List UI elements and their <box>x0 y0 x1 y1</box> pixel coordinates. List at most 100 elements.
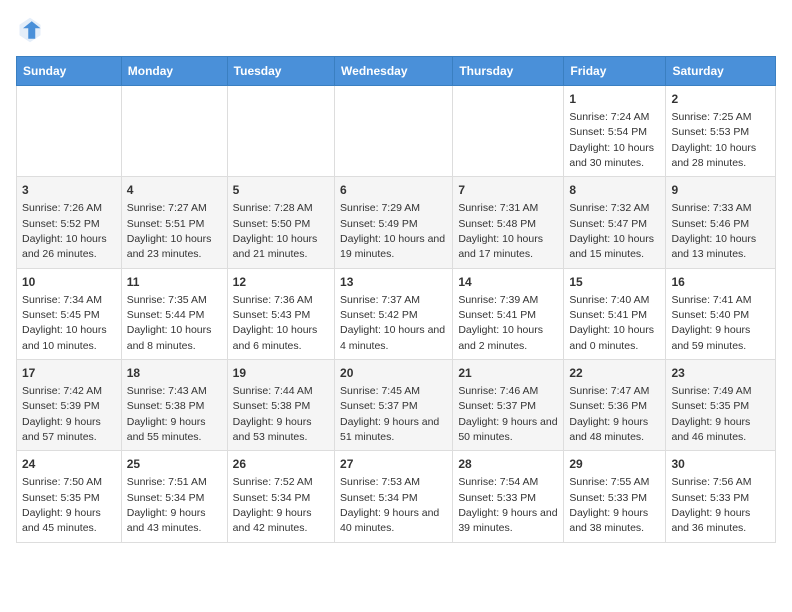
day-info: Sunrise: 7:40 AM Sunset: 5:41 PM Dayligh… <box>569 294 654 352</box>
day-info: Sunrise: 7:28 AM Sunset: 5:50 PM Dayligh… <box>233 202 318 260</box>
day-info: Sunrise: 7:45 AM Sunset: 5:37 PM Dayligh… <box>340 385 439 443</box>
day-number: 27 <box>340 456 447 473</box>
day-number: 12 <box>233 274 329 291</box>
day-cell: 8 Sunrise: 7:32 AM Sunset: 5:47 PM Daylig… <box>564 177 666 268</box>
logo-icon <box>16 16 44 44</box>
day-info: Sunrise: 7:56 AM Sunset: 5:33 PM Dayligh… <box>671 476 751 534</box>
day-info: Sunrise: 7:37 AM Sunset: 5:42 PM Dayligh… <box>340 294 445 352</box>
week-row-1: 1 Sunrise: 7:24 AM Sunset: 5:54 PM Daylig… <box>17 86 776 177</box>
day-cell: 20 Sunrise: 7:45 AM Sunset: 5:37 PM Dayli… <box>335 360 453 451</box>
day-number: 20 <box>340 365 447 382</box>
header-row: SundayMondayTuesdayWednesdayThursdayFrid… <box>17 57 776 86</box>
day-info: Sunrise: 7:31 AM Sunset: 5:48 PM Dayligh… <box>458 202 543 260</box>
day-cell: 1 Sunrise: 7:24 AM Sunset: 5:54 PM Daylig… <box>564 86 666 177</box>
day-info: Sunrise: 7:33 AM Sunset: 5:46 PM Dayligh… <box>671 202 756 260</box>
calendar-table: SundayMondayTuesdayWednesdayThursdayFrid… <box>16 56 776 543</box>
day-cell: 27 Sunrise: 7:53 AM Sunset: 5:34 PM Dayli… <box>335 451 453 542</box>
day-number: 6 <box>340 182 447 199</box>
day-cell: 5Sunrise: 7:28 AM Sunset: 5:50 PM Daylig… <box>227 177 334 268</box>
day-number: 28 <box>458 456 558 473</box>
day-cell: 30 Sunrise: 7:56 AM Sunset: 5:33 PM Dayli… <box>666 451 776 542</box>
day-number: 3 <box>22 182 116 199</box>
day-info: Sunrise: 7:32 AM Sunset: 5:47 PM Dayligh… <box>569 202 654 260</box>
day-number: 22 <box>569 365 660 382</box>
header <box>16 16 776 44</box>
day-number: 23 <box>671 365 770 382</box>
day-cell: 28 Sunrise: 7:54 AM Sunset: 5:33 PM Dayli… <box>453 451 564 542</box>
day-number: 14 <box>458 274 558 291</box>
day-info: Sunrise: 7:39 AM Sunset: 5:41 PM Dayligh… <box>458 294 543 352</box>
day-info: Sunrise: 7:50 AM Sunset: 5:35 PM Dayligh… <box>22 476 102 534</box>
day-cell: 6 Sunrise: 7:29 AM Sunset: 5:49 PM Daylig… <box>335 177 453 268</box>
day-cell: 25Sunrise: 7:51 AM Sunset: 5:34 PM Dayli… <box>121 451 227 542</box>
day-number: 9 <box>671 182 770 199</box>
day-info: Sunrise: 7:53 AM Sunset: 5:34 PM Dayligh… <box>340 476 439 534</box>
day-cell: 7 Sunrise: 7:31 AM Sunset: 5:48 PM Daylig… <box>453 177 564 268</box>
day-cell: 23 Sunrise: 7:49 AM Sunset: 5:35 PM Dayli… <box>666 360 776 451</box>
week-row-2: 3 Sunrise: 7:26 AM Sunset: 5:52 PM Daylig… <box>17 177 776 268</box>
day-number: 2 <box>671 91 770 108</box>
day-info: Sunrise: 7:27 AM Sunset: 5:51 PM Dayligh… <box>127 202 212 260</box>
day-number: 26 <box>233 456 329 473</box>
day-header-saturday: Saturday <box>666 57 776 86</box>
day-cell: 3 Sunrise: 7:26 AM Sunset: 5:52 PM Daylig… <box>17 177 122 268</box>
day-info: Sunrise: 7:34 AM Sunset: 5:45 PM Dayligh… <box>22 294 107 352</box>
day-cell <box>335 86 453 177</box>
day-header-thursday: Thursday <box>453 57 564 86</box>
day-number: 19 <box>233 365 329 382</box>
day-cell: 10 Sunrise: 7:34 AM Sunset: 5:45 PM Dayli… <box>17 268 122 359</box>
logo <box>16 16 48 44</box>
day-number: 10 <box>22 274 116 291</box>
day-cell: 16 Sunrise: 7:41 AM Sunset: 5:40 PM Dayli… <box>666 268 776 359</box>
day-info: Sunrise: 7:42 AM Sunset: 5:39 PM Dayligh… <box>22 385 102 443</box>
day-cell <box>17 86 122 177</box>
day-number: 30 <box>671 456 770 473</box>
day-info: Sunrise: 7:55 AM Sunset: 5:33 PM Dayligh… <box>569 476 649 534</box>
week-row-5: 24 Sunrise: 7:50 AM Sunset: 5:35 PM Dayli… <box>17 451 776 542</box>
day-number: 8 <box>569 182 660 199</box>
day-cell: 17Sunrise: 7:42 AM Sunset: 5:39 PM Dayli… <box>17 360 122 451</box>
day-cell: 14 Sunrise: 7:39 AM Sunset: 5:41 PM Dayli… <box>453 268 564 359</box>
day-number: 1 <box>569 91 660 108</box>
day-info: Sunrise: 7:54 AM Sunset: 5:33 PM Dayligh… <box>458 476 557 534</box>
day-info: Sunrise: 7:25 AM Sunset: 5:53 PM Dayligh… <box>671 111 756 169</box>
day-cell: 11Sunrise: 7:35 AM Sunset: 5:44 PM Dayli… <box>121 268 227 359</box>
week-row-4: 17Sunrise: 7:42 AM Sunset: 5:39 PM Dayli… <box>17 360 776 451</box>
day-cell: 13 Sunrise: 7:37 AM Sunset: 5:42 PM Dayli… <box>335 268 453 359</box>
day-cell: 29 Sunrise: 7:55 AM Sunset: 5:33 PM Dayli… <box>564 451 666 542</box>
day-number: 29 <box>569 456 660 473</box>
day-header-wednesday: Wednesday <box>335 57 453 86</box>
day-info: Sunrise: 7:26 AM Sunset: 5:52 PM Dayligh… <box>22 202 107 260</box>
day-info: Sunrise: 7:47 AM Sunset: 5:36 PM Dayligh… <box>569 385 649 443</box>
day-number: 18 <box>127 365 222 382</box>
day-info: Sunrise: 7:46 AM Sunset: 5:37 PM Dayligh… <box>458 385 557 443</box>
day-info: Sunrise: 7:43 AM Sunset: 5:38 PM Dayligh… <box>127 385 207 443</box>
day-cell: 24 Sunrise: 7:50 AM Sunset: 5:35 PM Dayli… <box>17 451 122 542</box>
day-cell: 12 Sunrise: 7:36 AM Sunset: 5:43 PM Dayli… <box>227 268 334 359</box>
day-number: 15 <box>569 274 660 291</box>
day-info: Sunrise: 7:49 AM Sunset: 5:35 PM Dayligh… <box>671 385 751 443</box>
day-info: Sunrise: 7:35 AM Sunset: 5:44 PM Dayligh… <box>127 294 212 352</box>
day-number: 24 <box>22 456 116 473</box>
day-cell: 9 Sunrise: 7:33 AM Sunset: 5:46 PM Daylig… <box>666 177 776 268</box>
day-number: 7 <box>458 182 558 199</box>
day-cell: 19Sunrise: 7:44 AM Sunset: 5:38 PM Dayli… <box>227 360 334 451</box>
day-info: Sunrise: 7:29 AM Sunset: 5:49 PM Dayligh… <box>340 202 445 260</box>
day-cell: 2 Sunrise: 7:25 AM Sunset: 5:53 PM Daylig… <box>666 86 776 177</box>
day-info: Sunrise: 7:52 AM Sunset: 5:34 PM Dayligh… <box>233 476 313 534</box>
day-info: Sunrise: 7:24 AM Sunset: 5:54 PM Dayligh… <box>569 111 654 169</box>
day-header-monday: Monday <box>121 57 227 86</box>
day-info: Sunrise: 7:36 AM Sunset: 5:43 PM Dayligh… <box>233 294 318 352</box>
day-number: 13 <box>340 274 447 291</box>
day-cell: 4 Sunrise: 7:27 AM Sunset: 5:51 PM Daylig… <box>121 177 227 268</box>
week-row-3: 10 Sunrise: 7:34 AM Sunset: 5:45 PM Dayli… <box>17 268 776 359</box>
day-cell <box>121 86 227 177</box>
day-number: 16 <box>671 274 770 291</box>
day-cell: 21Sunrise: 7:46 AM Sunset: 5:37 PM Dayli… <box>453 360 564 451</box>
day-info: Sunrise: 7:41 AM Sunset: 5:40 PM Dayligh… <box>671 294 751 352</box>
day-number: 4 <box>127 182 222 199</box>
day-header-friday: Friday <box>564 57 666 86</box>
day-header-tuesday: Tuesday <box>227 57 334 86</box>
day-cell <box>453 86 564 177</box>
day-cell <box>227 86 334 177</box>
